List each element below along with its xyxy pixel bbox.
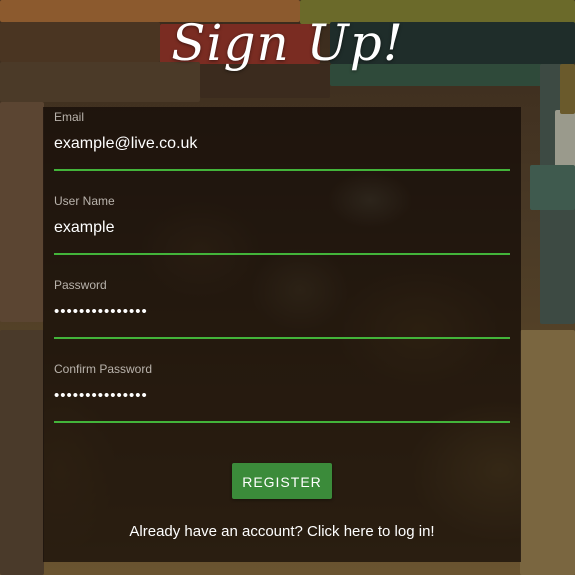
background-book: [0, 330, 44, 575]
email-label: Email: [54, 110, 85, 124]
background-book: [0, 102, 44, 322]
username-label: User Name: [54, 194, 115, 208]
signup-form: Email User Name Password Confirm Passwor…: [43, 107, 521, 562]
signup-screen: Sign Up! Email User Name Password Confir…: [0, 0, 575, 575]
page-title: Sign Up!: [171, 14, 404, 72]
email-input[interactable]: [54, 135, 510, 153]
confirm-password-label: Confirm Password: [54, 362, 153, 376]
username-field-group: User Name: [54, 191, 510, 255]
register-button[interactable]: REGISTER: [232, 463, 332, 499]
password-input[interactable]: [54, 303, 510, 320]
password-label: Password: [54, 278, 107, 292]
username-input[interactable]: [54, 219, 510, 237]
confirm-password-field-group: Confirm Password: [54, 359, 510, 423]
login-link[interactable]: Already have an account? Click here to l…: [43, 523, 521, 540]
background-book: [520, 330, 575, 575]
confirm-password-input[interactable]: [54, 387, 510, 404]
email-field-group: Email: [54, 107, 510, 171]
password-field-group: Password: [54, 275, 510, 339]
background-book: [555, 110, 575, 170]
background-book: [530, 165, 575, 210]
